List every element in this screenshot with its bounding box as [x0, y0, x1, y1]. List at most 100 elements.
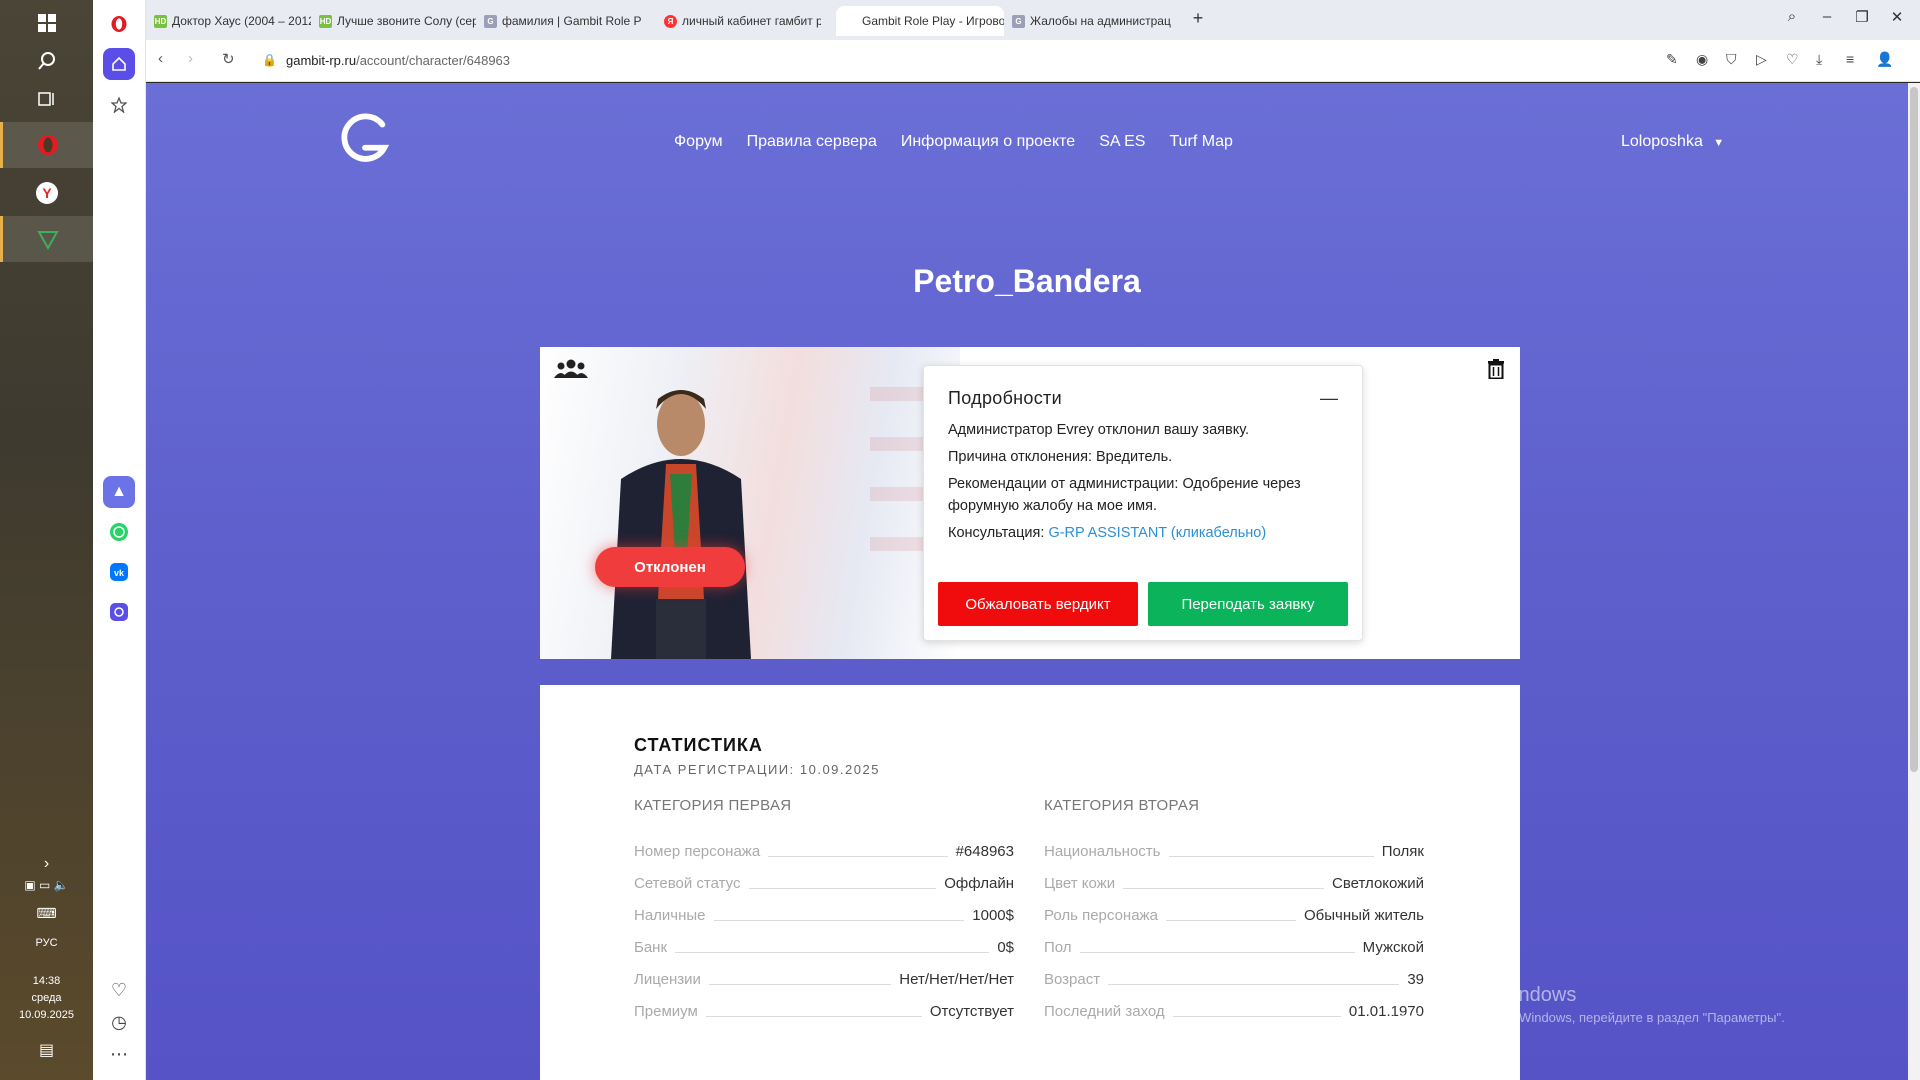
svg-text:Y: Y	[42, 185, 52, 201]
shield-icon[interactable]: ⛉	[1726, 51, 1737, 68]
details-panel: Подробности — Администратор Evrey отклон…	[923, 365, 1363, 641]
watermark-text: Чтобы активировать Windows, перейдите в …	[1392, 1010, 1785, 1025]
pinboard-icon[interactable]	[103, 89, 135, 121]
clock-weekday: среда	[31, 992, 62, 1004]
close-button[interactable]: ✕	[1882, 8, 1912, 30]
clock-date: 10.09.2025	[18, 1009, 75, 1021]
browser-sidebar: ▲ vk ♡ ◷ ⋯	[93, 0, 146, 1080]
stat-row: Возраст 39	[1044, 971, 1424, 988]
stat-row: Сетевой статус Оффлайн	[634, 875, 1014, 892]
tab-1[interactable]: HD Лучше звоните Солу (сер	[311, 6, 476, 36]
music-player-icon[interactable]	[103, 596, 135, 628]
status-badge: Отклонен	[595, 547, 745, 587]
tab-label: Gambit Role Play - Игрово	[862, 14, 1004, 28]
url-host: gambit-rp.ru	[286, 53, 357, 68]
trash-icon[interactable]	[1488, 359, 1504, 379]
gambit-icon: G	[1012, 14, 1025, 28]
opera-taskbar-icon[interactable]	[0, 122, 93, 168]
main-menu: Форум Правила сервера Информация о проек…	[674, 133, 1233, 151]
game-launcher-icon[interactable]	[0, 216, 93, 262]
stat-row: Наличные 1000$	[634, 907, 1014, 924]
stat-row: Национальность Поляк	[1044, 843, 1424, 860]
appeal-button[interactable]: Обжаловать вердикт	[938, 582, 1138, 626]
lock-icon[interactable]: 🔒	[262, 53, 277, 67]
whatsapp-icon[interactable]	[103, 516, 135, 548]
favorites-heart-icon[interactable]: ♡	[1786, 51, 1799, 68]
yandex-icon: Я	[664, 14, 677, 28]
back-icon[interactable]: ‹	[158, 50, 163, 67]
yandex-browser-icon[interactable]: Y	[0, 170, 93, 216]
menu-turf-map[interactable]: Turf Map	[1169, 133, 1232, 151]
tab-4-active[interactable]: Gambit Role Play - Игрово	[836, 6, 1004, 36]
heart-icon[interactable]: ♡	[103, 974, 135, 1006]
task-view-icon[interactable]	[0, 76, 93, 122]
tab-label: Доктор Хаус (2004 – 2012	[172, 14, 311, 28]
player-icon[interactable]: ▷	[1756, 51, 1767, 68]
consultation-label: Консультация:	[948, 525, 1049, 541]
tab-3[interactable]: Я личный кабинет гамбит р	[656, 6, 821, 36]
assistant-link[interactable]: G-RP ASSISTANT (кликабельно)	[1048, 525, 1266, 541]
tab-label: Лучше звоните Солу (сер	[337, 14, 476, 28]
stat-row: Последний заход 01.01.1970	[1044, 1003, 1424, 1020]
history-icon[interactable]: ◷	[103, 1006, 135, 1038]
vk-icon[interactable]: vk	[103, 556, 135, 588]
aria-icon[interactable]: ▲	[103, 476, 135, 508]
group-icon[interactable]	[554, 359, 588, 379]
tab-search-icon[interactable]: ⌕	[1777, 8, 1807, 30]
stats-category-first: КАТЕГОРИЯ ПЕРВАЯ Номер персонажа #648963 …	[634, 797, 1014, 1020]
hd-icon: HD	[319, 14, 332, 28]
page-scrollbar[interactable]	[1908, 83, 1920, 1080]
maximize-button[interactable]: ❐	[1847, 8, 1877, 30]
system-tray-icons[interactable]: ▣ ▭ 🔈	[0, 878, 93, 892]
easy-setup-icon[interactable]: ≡	[1846, 51, 1854, 67]
menu-sa-es[interactable]: SA ES	[1099, 133, 1145, 151]
character-skin-image	[611, 390, 751, 659]
tab-2[interactable]: G фамилия | Gambit Role Pl	[476, 6, 641, 36]
chevron-right-icon[interactable]: ›	[0, 855, 93, 873]
minimize-button[interactable]: –	[1812, 8, 1842, 30]
user-menu[interactable]: Loloposhka ▼	[1621, 133, 1724, 151]
tab-label: фамилия | Gambit Role Pl	[502, 14, 641, 28]
scrollbar-thumb[interactable]	[1910, 87, 1918, 772]
download-icon[interactable]: ⤓	[1816, 51, 1822, 68]
url-field[interactable]: gambit-rp.ru/account/character/648963	[286, 53, 510, 68]
resubmit-button[interactable]: Переподать заявку	[1148, 582, 1348, 626]
tab-5[interactable]: G Жалобы на администрац	[1004, 6, 1174, 36]
clock-time[interactable]: 14:38	[0, 975, 93, 987]
menu-server-rules[interactable]: Правила сервера	[747, 133, 877, 151]
more-icon[interactable]: ⋯	[103, 1038, 135, 1070]
keyboard-icon[interactable]: ⌨	[0, 905, 93, 922]
notifications-icon[interactable]: ▤	[0, 1040, 93, 1060]
language-indicator[interactable]: РУС	[0, 937, 93, 949]
address-bar: ‹ › ↻ 🔒 gambit-rp.ru/account/character/6…	[146, 40, 1920, 82]
stat-row: Премиум Отсутствует	[634, 1003, 1014, 1020]
windows-taskbar: Y › ▣ ▭ 🔈 ⌨ РУС 14:38 среда 10.09.2025 ▤	[0, 0, 93, 1080]
tab-0[interactable]: HD Доктор Хаус (2004 – 2012	[146, 6, 311, 36]
collapse-icon[interactable]: —	[1320, 388, 1338, 409]
category-title: КАТЕГОРИЯ ВТОРАЯ	[1044, 797, 1200, 814]
watermark-title: Активация Windows	[1392, 984, 1577, 1006]
forward-icon[interactable]: ›	[188, 50, 193, 67]
gambit-logo[interactable]	[336, 111, 394, 169]
stat-row: Цвет кожи Светлокожий	[1044, 875, 1424, 892]
details-recommendation-line: Рекомендации от администрации: Одобрение…	[948, 476, 1301, 514]
tab-label: Жалобы на администрац	[1030, 14, 1171, 28]
snapshot-icon[interactable]: ◉	[1696, 51, 1708, 68]
svg-text:vk: vk	[114, 568, 125, 578]
registration-date: ДАТА РЕГИСТРАЦИИ: 10.09.2025	[634, 762, 880, 777]
details-consultation-line: Консультация: G-RP ASSISTANT (кликабельн…	[948, 522, 1338, 544]
menu-project-info[interactable]: Информация о проекте	[901, 133, 1075, 151]
stat-row: Банк 0$	[634, 939, 1014, 956]
menu-forum[interactable]: Форум	[674, 133, 723, 151]
stat-row: Роль персонажа Обычный житель	[1044, 907, 1424, 924]
details-admin-line: Администратор Evrey отклонил вашу заявку…	[948, 422, 1250, 438]
opera-menu-icon[interactable]	[103, 8, 135, 40]
stat-row: Номер персонажа #648963	[634, 843, 1014, 860]
url-path: /account/character/648963	[356, 53, 511, 68]
edit-icon[interactable]: ✎	[1666, 51, 1678, 68]
home-icon[interactable]	[103, 48, 135, 80]
new-tab-button[interactable]: +	[1183, 8, 1213, 30]
gambit-icon: G	[484, 14, 497, 28]
account-icon[interactable]: 👤	[1876, 51, 1893, 68]
reload-icon[interactable]: ↻	[222, 50, 235, 68]
